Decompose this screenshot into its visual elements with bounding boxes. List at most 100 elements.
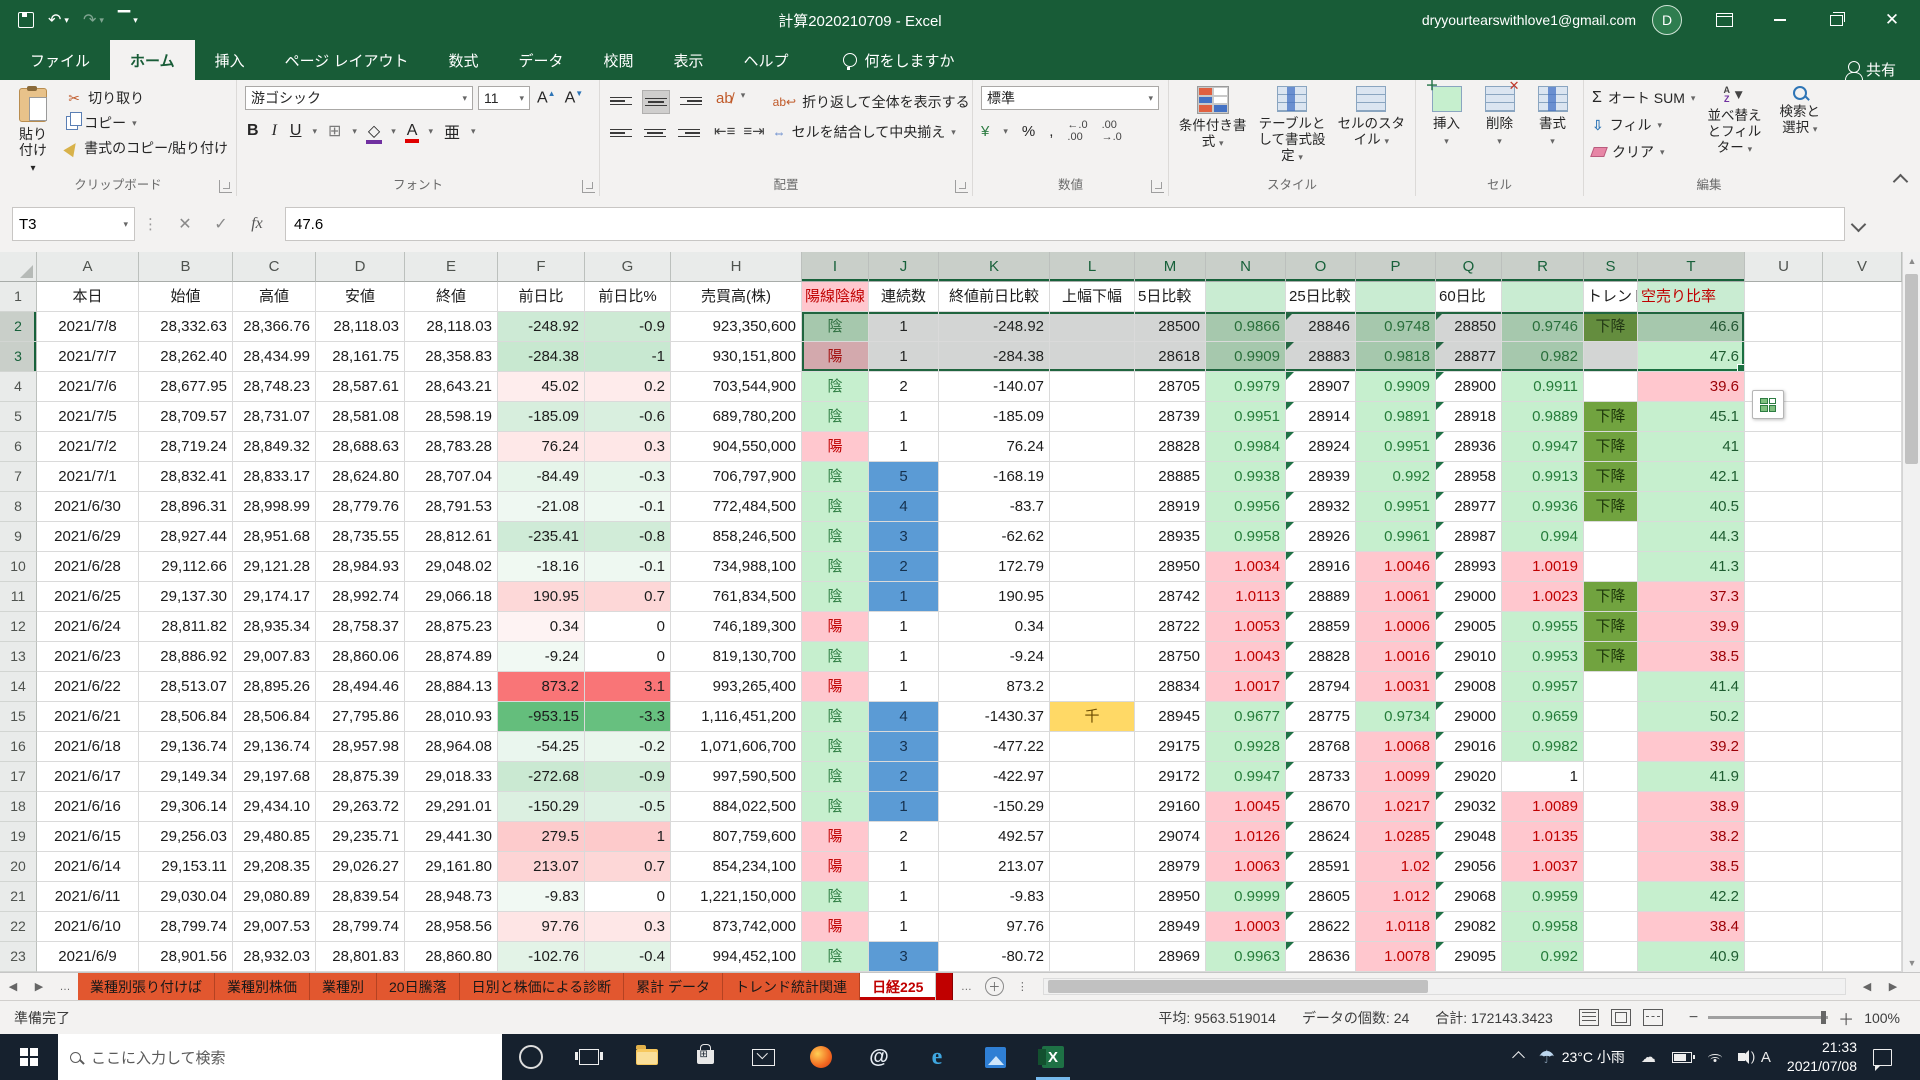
font-dialog-launcher-icon[interactable] xyxy=(582,180,595,193)
ribbon-display-options-button[interactable] xyxy=(1696,0,1752,40)
row-header-13[interactable]: 13 xyxy=(0,642,37,672)
grid-cell[interactable]: 28958 xyxy=(1436,462,1502,492)
cell-styles-button[interactable]: セルのスタイル ▾ xyxy=(1336,86,1407,176)
grid-cell[interactable]: 28,513.07 xyxy=(139,672,233,702)
grid-cell[interactable]: 本日 xyxy=(37,282,139,312)
grid-cell[interactable]: 2 xyxy=(869,552,939,582)
row-header-18[interactable]: 18 xyxy=(0,792,37,822)
grid-cell[interactable]: 終値 xyxy=(405,282,498,312)
grid-cell[interactable]: 0.9913 xyxy=(1502,462,1584,492)
grid-cell[interactable] xyxy=(1823,402,1902,432)
grid-cell[interactable]: 1.0046 xyxy=(1356,552,1436,582)
grid-cell[interactable] xyxy=(1050,462,1135,492)
grid-cell[interactable]: 2021/6/16 xyxy=(37,792,139,822)
grid-cell[interactable]: 29172 xyxy=(1135,762,1206,792)
grid-cell[interactable] xyxy=(1745,732,1823,762)
grid-cell[interactable]: 陰 xyxy=(802,582,869,612)
grid-cell[interactable]: 930,151,800 xyxy=(671,342,802,372)
grid-cell[interactable]: 873.2 xyxy=(939,672,1050,702)
grid-cell[interactable]: 28,901.56 xyxy=(139,942,233,972)
align-bottom-button[interactable] xyxy=(678,90,704,112)
grid-cell[interactable]: 29,007.53 xyxy=(233,912,316,942)
grid-cell[interactable] xyxy=(1050,912,1135,942)
grid-cell[interactable]: 0.9961 xyxy=(1356,522,1436,552)
grid-cell[interactable]: -54.25 xyxy=(498,732,585,762)
grid-cell[interactable]: 28945 xyxy=(1135,702,1206,732)
grid-cell[interactable]: 28969 xyxy=(1135,942,1206,972)
grid-cell[interactable]: 0.9979 xyxy=(1206,372,1286,402)
grid-cell[interactable]: 29074 xyxy=(1135,822,1206,852)
grid-cell[interactable]: 0.9959 xyxy=(1502,882,1584,912)
sheet-tab-日経225[interactable]: 日経225 xyxy=(860,973,936,1000)
grid-cell[interactable]: 5日比較 xyxy=(1135,282,1206,312)
ribbon-tab-表示[interactable]: 表示 xyxy=(654,40,724,80)
column-header-H[interactable]: H xyxy=(671,252,802,282)
sheet-nav-right-arrow[interactable]: ▶ xyxy=(26,973,52,1000)
redo-button[interactable]: ↷▾ xyxy=(83,10,104,30)
row-header-12[interactable]: 12 xyxy=(0,612,37,642)
grid-cell[interactable]: 1 xyxy=(869,402,939,432)
grid-cell[interactable]: -80.72 xyxy=(939,942,1050,972)
grid-cell[interactable]: -235.41 xyxy=(498,522,585,552)
cut-button[interactable]: ✂切り取り xyxy=(66,88,228,108)
grid-cell[interactable]: 923,350,600 xyxy=(671,312,802,342)
grid-cell[interactable]: 陰 xyxy=(802,792,869,822)
grid-cell[interactable]: 1 xyxy=(869,342,939,372)
grid-cell[interactable]: 陰 xyxy=(802,522,869,552)
align-center-button[interactable] xyxy=(642,122,668,144)
grid-cell[interactable]: 38.4 xyxy=(1638,912,1745,942)
grid-cell[interactable]: 28739 xyxy=(1135,402,1206,432)
grid-cell[interactable]: 0.9958 xyxy=(1206,522,1286,552)
font-size-select[interactable]: 11▾ xyxy=(478,86,530,110)
grid-cell[interactable]: 28,118.03 xyxy=(316,312,405,342)
grid-cell[interactable]: 0.9889 xyxy=(1502,402,1584,432)
grid-cell[interactable]: 28,895.26 xyxy=(233,672,316,702)
grid-cell[interactable]: 873,742,000 xyxy=(671,912,802,942)
grid-cell[interactable]: 陰 xyxy=(802,702,869,732)
grid-cell[interactable]: 前日比% xyxy=(585,282,671,312)
horizontal-scrollbar[interactable] xyxy=(1043,978,1846,995)
grid-cell[interactable]: 28,992.74 xyxy=(316,582,405,612)
hscroll-left-arrow[interactable]: ◀ xyxy=(1854,973,1880,1000)
grid-cell[interactable] xyxy=(1745,792,1823,822)
sheet-nav-left-arrow[interactable]: ◀ xyxy=(0,973,26,1000)
clipboard-dialog-launcher-icon[interactable] xyxy=(219,180,232,193)
grid-cell[interactable]: 0.3 xyxy=(585,912,671,942)
column-header-G[interactable]: G xyxy=(585,252,671,282)
grid-cell[interactable]: 1.0089 xyxy=(1502,792,1584,822)
normal-view-button[interactable] xyxy=(1579,1009,1599,1026)
grid-cell[interactable]: 陰 xyxy=(802,642,869,672)
grid-cell[interactable] xyxy=(1745,642,1823,672)
grid-cell[interactable] xyxy=(1823,822,1902,852)
grid-cell[interactable]: 0.9957 xyxy=(1502,672,1584,702)
column-header-D[interactable]: D xyxy=(316,252,405,282)
grid-cell[interactable]: 29,080.89 xyxy=(233,882,316,912)
grid-cell[interactable]: 28,332.63 xyxy=(139,312,233,342)
grid-cell[interactable]: 28,811.82 xyxy=(139,612,233,642)
new-sheet-button[interactable]: ＋ xyxy=(979,973,1009,1000)
grid-cell[interactable]: 44.3 xyxy=(1638,522,1745,552)
column-header-E[interactable]: E xyxy=(405,252,498,282)
grid-cell[interactable] xyxy=(1823,642,1902,672)
grid-cell[interactable]: 2021/6/9 xyxy=(37,942,139,972)
grid-cell[interactable]: 1.0003 xyxy=(1206,912,1286,942)
grid-cell[interactable]: 0.9659 xyxy=(1502,702,1584,732)
grid-cell[interactable] xyxy=(1050,942,1135,972)
grid-cell[interactable]: 28859 xyxy=(1286,612,1356,642)
grid-cell[interactable]: 2021/6/30 xyxy=(37,492,139,522)
grid-cell[interactable] xyxy=(1584,792,1638,822)
grid-cell[interactable]: 0.9677 xyxy=(1206,702,1286,732)
copy-button[interactable]: コピー ▾ xyxy=(66,113,228,133)
grid-cell[interactable]: 29,026.27 xyxy=(316,852,405,882)
grid-cell[interactable]: 0.992 xyxy=(1502,942,1584,972)
grid-cell[interactable]: 29,291.01 xyxy=(405,792,498,822)
grid-cell[interactable]: 0.7 xyxy=(585,852,671,882)
grid-cell[interactable]: 1 xyxy=(869,582,939,612)
ribbon-tab-データ[interactable]: データ xyxy=(498,40,583,80)
sheet-tab-累計 データ[interactable]: 累計 データ xyxy=(624,973,723,1000)
grid-cell[interactable]: 0.9938 xyxy=(1206,462,1286,492)
taskbar-clock[interactable]: 21:33 2021/07/08 xyxy=(1787,1038,1857,1076)
grid-cell[interactable]: 28987 xyxy=(1436,522,1502,552)
grid-cell[interactable]: 29,136.74 xyxy=(233,732,316,762)
grid-cell[interactable]: 1.0006 xyxy=(1356,612,1436,642)
